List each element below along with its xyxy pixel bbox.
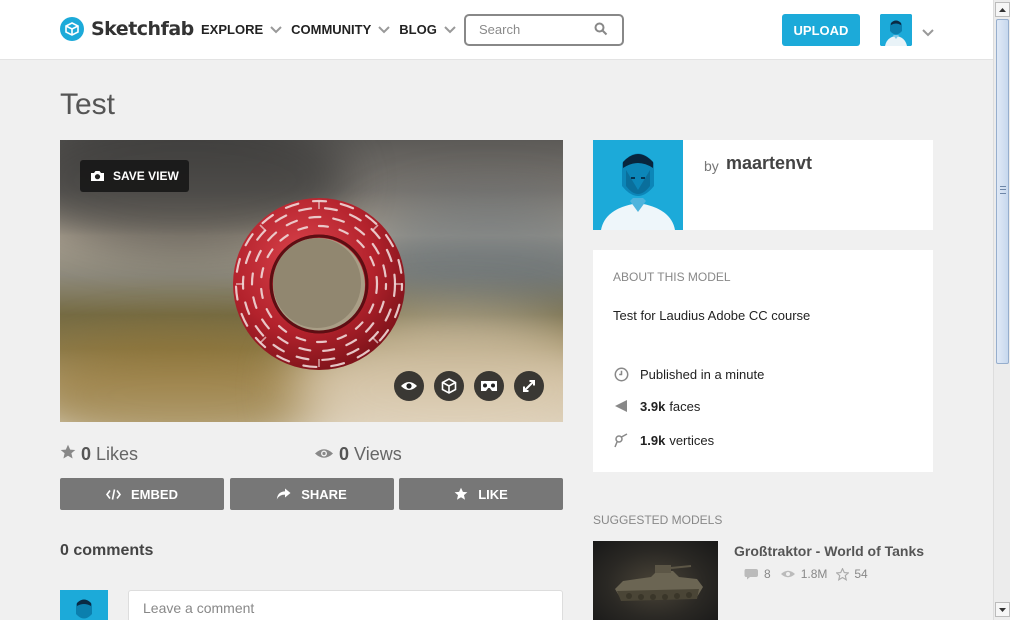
embed-label: EMBED (131, 486, 178, 502)
page-scrollbar[interactable] (993, 0, 1010, 620)
suggested-likes-count: 54 (854, 567, 868, 581)
eye-icon (314, 444, 334, 465)
save-view-label: SAVE VIEW (113, 169, 179, 183)
author-card: by maartenvt (593, 140, 933, 230)
like-label: LIKE (478, 486, 508, 502)
nav-blog[interactable]: BLOG (399, 22, 457, 37)
about-heading: ABOUT THIS MODEL (613, 270, 731, 284)
brand-name: Sketchfab (91, 18, 194, 40)
chevron-down-icon[interactable] (922, 24, 934, 42)
model-description: Test for Laudius Adobe CC course (613, 308, 811, 323)
vertices-info: 1.9k vertices (613, 432, 714, 448)
search-input[interactable] (479, 22, 589, 37)
nav-community[interactable]: COMMUNITY (291, 22, 391, 37)
author-by-label: by (704, 158, 719, 174)
scroll-down-arrow-icon[interactable] (995, 602, 1010, 617)
faces-value: 3.9k (640, 398, 666, 414)
views-count: 0 (339, 444, 350, 464)
suggested-views: 1.8M (780, 567, 828, 581)
nav-explore-label: EXPLORE (201, 22, 264, 37)
comment-bubble-icon (744, 568, 759, 580)
sketchfab-logo[interactable]: Sketchfab (60, 17, 194, 41)
about-model-card: ABOUT THIS MODEL Test for Laudius Adobe … (593, 250, 933, 472)
nav-community-label: COMMUNITY (291, 22, 372, 37)
page-title: Test (60, 88, 116, 121)
viewer-controls (394, 371, 554, 401)
scrollbar-thumb[interactable] (996, 19, 1009, 364)
nav-blog-label: BLOG (399, 22, 437, 37)
camera-icon (90, 170, 105, 182)
search-box (464, 14, 624, 46)
suggested-likes: 54 (836, 567, 868, 581)
views-label: Views (354, 444, 402, 464)
star-outline-icon (836, 567, 850, 581)
upload-button[interactable]: UPLOAD (782, 14, 860, 46)
grip-icon (1000, 186, 1006, 194)
chevron-down-icon (377, 23, 391, 37)
suggested-title-link[interactable]: Großtraktor - World of Tanks (734, 543, 924, 559)
top-header: Sketchfab EXPLORE COMMUNITY BLOG UPLOAD (0, 0, 993, 60)
share-arrow-icon (276, 488, 291, 500)
published-text: Published in a minute (640, 366, 765, 382)
chevron-down-icon (269, 23, 283, 37)
comment-box (128, 590, 563, 620)
suggested-thumbnail[interactable] (593, 541, 718, 620)
search-icon[interactable] (594, 22, 608, 41)
vertex-icon (613, 432, 629, 448)
avatar (60, 590, 108, 620)
faces-info: 3.9k faces (613, 398, 700, 414)
triangle-face-icon (613, 398, 629, 414)
nav-explore[interactable]: EXPLORE (201, 22, 283, 37)
clock-icon (613, 366, 629, 382)
faces-label: faces (669, 398, 701, 414)
likes-count: 0 (81, 444, 92, 464)
model-stats: 0 Likes 0 Views (60, 444, 563, 468)
likes-stat: 0 Likes (60, 444, 138, 465)
cube-icon[interactable] (434, 371, 464, 401)
like-button[interactable]: LIKE (399, 478, 563, 510)
scroll-up-arrow-icon[interactable] (995, 2, 1010, 17)
suggested-stats: 8 1.8M 54 (744, 567, 877, 581)
torus-model (233, 198, 405, 370)
published-info: Published in a minute (613, 366, 764, 382)
eye-icon (780, 569, 796, 579)
suggested-views-count: 1.8M (800, 567, 828, 581)
vr-headset-icon[interactable] (474, 371, 504, 401)
code-icon (106, 488, 122, 500)
share-button[interactable]: SHARE (229, 478, 394, 510)
save-view-button[interactable]: SAVE VIEW (80, 160, 189, 192)
user-avatar[interactable] (880, 14, 912, 46)
eye-icon[interactable] (394, 371, 424, 401)
comment-input[interactable] (129, 591, 562, 620)
star-icon (454, 487, 468, 501)
author-name-link[interactable]: maartenvt (726, 153, 812, 174)
model-actions: EMBED SHARE LIKE (60, 478, 569, 510)
sketchfab-cube-icon (60, 17, 84, 41)
star-icon (60, 444, 76, 465)
model-viewer[interactable]: SAVE VIEW (60, 140, 563, 422)
embed-button[interactable]: EMBED (60, 478, 224, 510)
vertices-value: 1.9k (640, 432, 666, 448)
fullscreen-icon[interactable] (514, 371, 544, 401)
vertices-label: vertices (669, 432, 715, 448)
main-nav: EXPLORE COMMUNITY BLOG (201, 22, 465, 37)
chevron-down-icon (443, 23, 457, 37)
suggested-comments: 8 (744, 567, 771, 581)
views-stat: 0 Views (314, 444, 402, 465)
likes-label: Likes (96, 444, 139, 464)
share-label: SHARE (301, 486, 347, 502)
suggested-heading: SUGGESTED MODELS (593, 513, 723, 527)
suggested-comments-count: 8 (764, 567, 771, 581)
comments-heading: 0 comments (60, 542, 154, 559)
author-avatar[interactable] (593, 140, 683, 230)
